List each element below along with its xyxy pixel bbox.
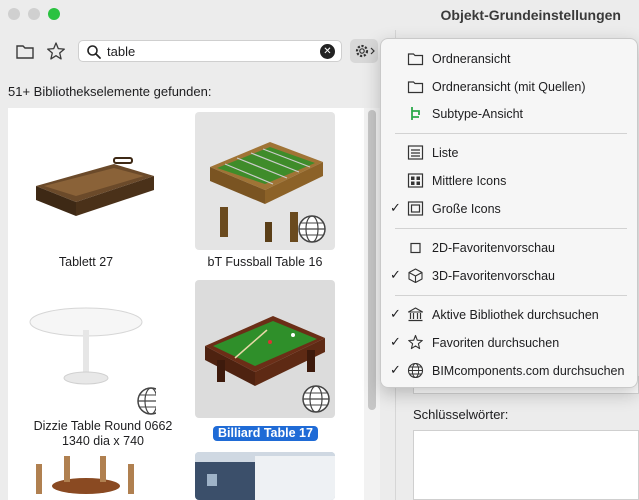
- view-options-button[interactable]: [350, 39, 378, 63]
- search-field[interactable]: ✕: [78, 40, 342, 62]
- results-grid: Tablett 27 bT Fussball Table 16 Dizzie T…: [8, 108, 365, 500]
- menu-item-2d-preview[interactable]: 2D-Favoritenvorschau: [381, 236, 639, 260]
- library-item-tile[interactable]: [16, 112, 156, 250]
- library-item-label: Dizzie Table Round 0662 1340 dia x 740: [33, 419, 173, 448]
- view-options-menu: Ordneransicht Ordneransicht (mit Quellen…: [380, 38, 638, 388]
- library-icon: [407, 307, 424, 322]
- medium-icons-icon: [407, 173, 424, 188]
- folder-view-button[interactable]: [14, 40, 36, 62]
- library-item-tile[interactable]: [195, 112, 335, 250]
- menu-item-medium-icons[interactable]: Mittlere Icons: [381, 169, 639, 193]
- menu-item-folder-view[interactable]: Ordneransicht: [381, 47, 639, 71]
- round-table-thumbnail: [29, 307, 143, 385]
- keywords-label: Schlüsselwörter:: [413, 407, 509, 422]
- library-item-label-selected: Billiard Table 17: [213, 426, 318, 441]
- globe-icon: [137, 387, 156, 415]
- star-icon: [408, 334, 423, 350]
- menu-item-subtype-view[interactable]: Subtype-Ansicht: [381, 102, 639, 126]
- folder-icon: [407, 53, 424, 66]
- checkmark: ✓: [390, 306, 401, 321]
- library-item-label: Tablett 27: [58, 255, 114, 269]
- results-scrollbar[interactable]: [368, 110, 376, 410]
- globe-icon: [302, 385, 330, 413]
- subtype-icon: [411, 107, 420, 120]
- clear-search-icon[interactable]: ✕: [320, 44, 335, 59]
- keywords-field[interactable]: [413, 430, 639, 500]
- globe-icon: [407, 362, 424, 379]
- zoom-window-button[interactable]: [48, 8, 60, 20]
- gear-icon: [355, 44, 375, 58]
- favorites-button[interactable]: [45, 40, 67, 62]
- menu-item-3d-preview[interactable]: ✓ 3D-Favoritenvorschau: [381, 264, 639, 288]
- cube-icon: [408, 268, 423, 284]
- library-item-tile[interactable]: [16, 452, 156, 500]
- checkmark: ✓: [390, 334, 401, 349]
- menu-separator: [395, 295, 627, 296]
- title-bar: Objekt-Grundeinstellungen: [0, 0, 639, 30]
- search-input[interactable]: [107, 43, 307, 59]
- library-item-label: bT Fussball Table 16: [207, 255, 323, 269]
- result-count: 51+ Bibliothekselemente gefunden:: [8, 84, 212, 99]
- folder-icon: [16, 45, 34, 59]
- library-item-tile[interactable]: [195, 452, 335, 500]
- globe-icon: [298, 215, 326, 243]
- search-icon: [87, 45, 101, 59]
- menu-item-list[interactable]: Liste: [381, 141, 639, 165]
- library-item-tile[interactable]: [16, 280, 156, 418]
- menu-separator: [395, 228, 627, 229]
- menu-item-search-active-library[interactable]: ✓ Aktive Bibliothek durchsuchen: [381, 303, 639, 327]
- close-window-button[interactable]: [8, 8, 20, 20]
- checkmark: ✓: [390, 267, 401, 282]
- menu-item-large-icons[interactable]: ✓ Große Icons: [381, 197, 639, 221]
- dining-set-thumbnail: [36, 456, 134, 494]
- folder-icon: [407, 81, 424, 94]
- checkmark: ✓: [390, 200, 401, 215]
- building-thumbnail: [195, 452, 335, 500]
- menu-item-search-bimcomponents[interactable]: ✓ BIMcomponents.com durchsuchen: [381, 359, 639, 383]
- window-title: Objekt-Grundeinstellungen: [440, 7, 621, 23]
- list-icon: [407, 145, 424, 160]
- library-item-tile-selected[interactable]: [195, 280, 335, 418]
- star-icon: [47, 42, 65, 60]
- checkmark: ✓: [390, 362, 401, 377]
- square-icon: [410, 242, 421, 254]
- library-toolbar: ✕: [0, 36, 395, 68]
- menu-item-folder-view-sources[interactable]: Ordneransicht (mit Quellen): [381, 75, 639, 99]
- menu-separator: [395, 133, 627, 134]
- minimize-window-button[interactable]: [28, 8, 40, 20]
- large-icons-icon: [407, 201, 424, 216]
- tray-thumbnail: [36, 157, 154, 216]
- menu-item-search-favorites[interactable]: ✓ Favoriten durchsuchen: [381, 331, 639, 355]
